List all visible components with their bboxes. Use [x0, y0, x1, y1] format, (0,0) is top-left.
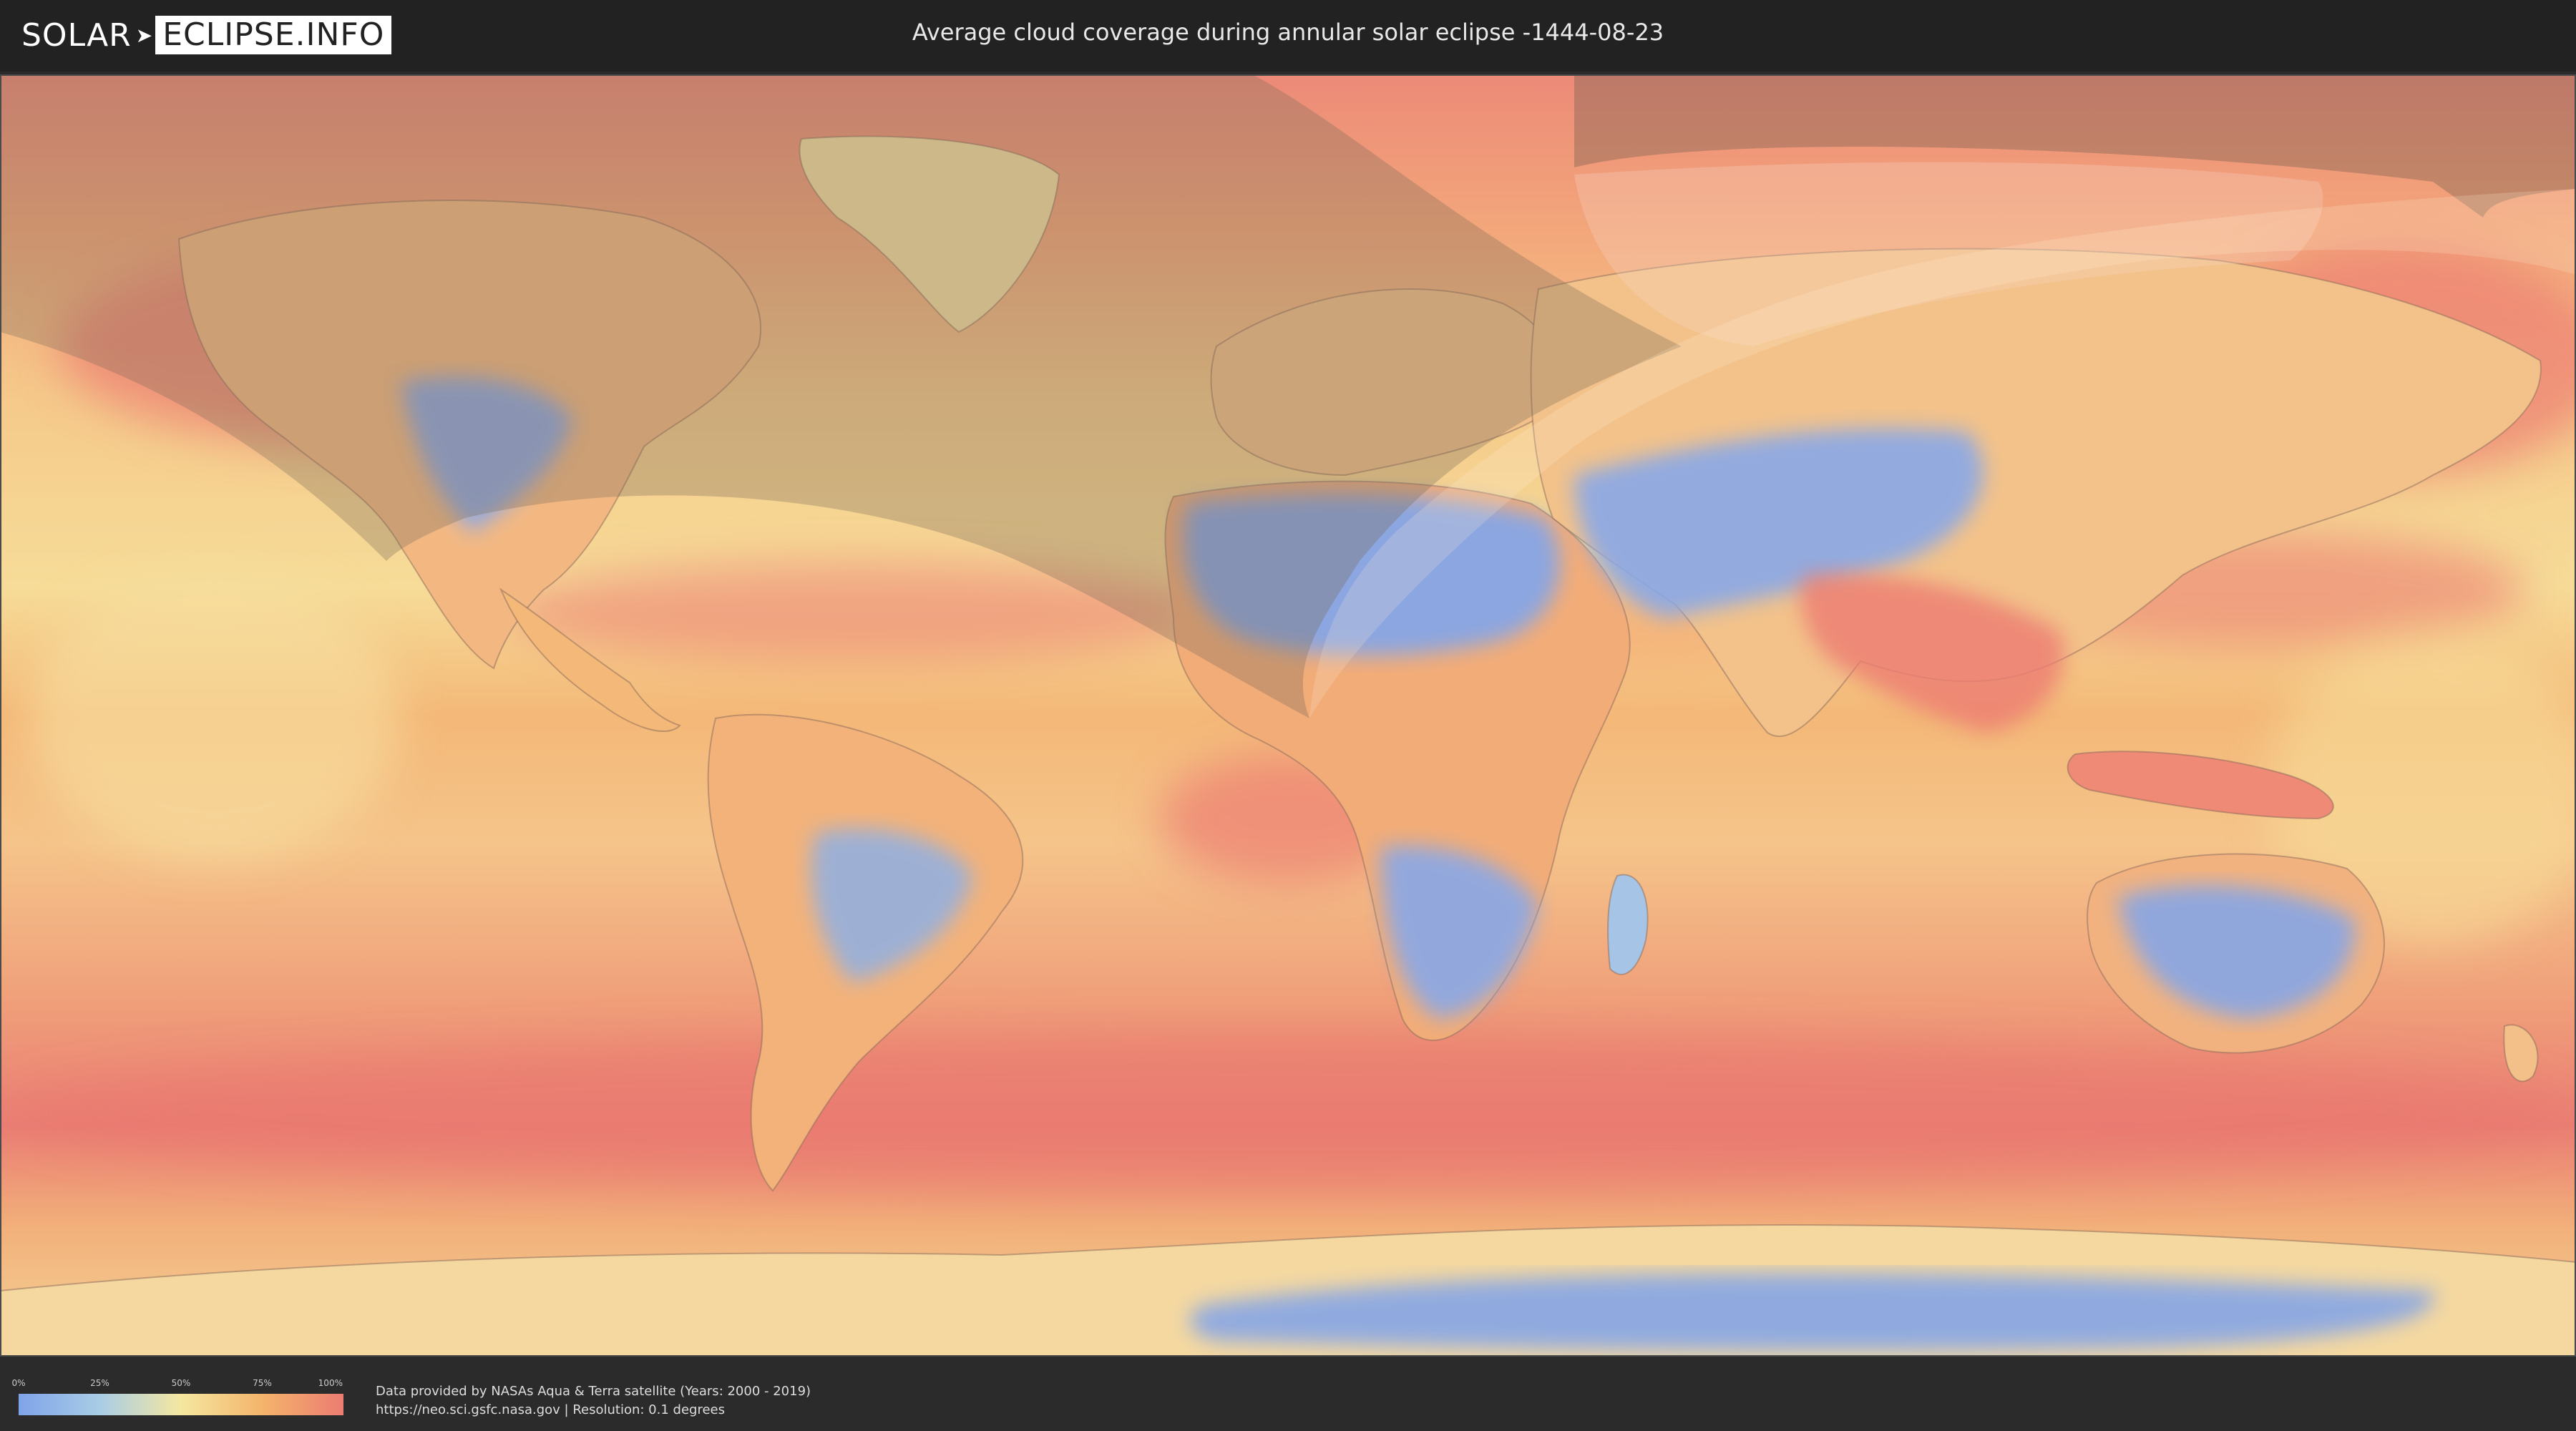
- legend-ticks: 0% 25% 50% 75% 100%: [11, 1378, 343, 1390]
- credits-line-url: https://neo.sci.gsfc.nasa.gov | Resoluti…: [376, 1402, 725, 1417]
- color-legend: 0% 25% 50% 75% 100%: [11, 1378, 343, 1421]
- credits-line-source: Data provided by NASAs Aqua & Terra sate…: [376, 1384, 811, 1399]
- legend-tick-100: 100%: [318, 1378, 343, 1388]
- legend-tick-25: 25%: [90, 1378, 109, 1388]
- page: SOLAR ➤ ECLIPSE.INFO Average cloud cover…: [0, 0, 2576, 1431]
- legend-tick-0: 0%: [11, 1378, 26, 1388]
- footer-bar: 0% 25% 50% 75% 100% Data provided by NAS…: [0, 1359, 2576, 1431]
- page-title: Average cloud coverage during annular so…: [912, 19, 1664, 46]
- legend-tick-75: 75%: [253, 1378, 272, 1388]
- data-credits: Data provided by NASAs Aqua & Terra sate…: [376, 1382, 811, 1420]
- world-map-svg: [0, 74, 2576, 1357]
- cloud-coverage-map: [0, 74, 2576, 1357]
- legend-tick-50: 50%: [171, 1378, 191, 1388]
- legend-gradient-bar: [19, 1394, 343, 1415]
- header-bar: SOLAR ➤ ECLIPSE.INFO Average cloud cover…: [0, 0, 2576, 72]
